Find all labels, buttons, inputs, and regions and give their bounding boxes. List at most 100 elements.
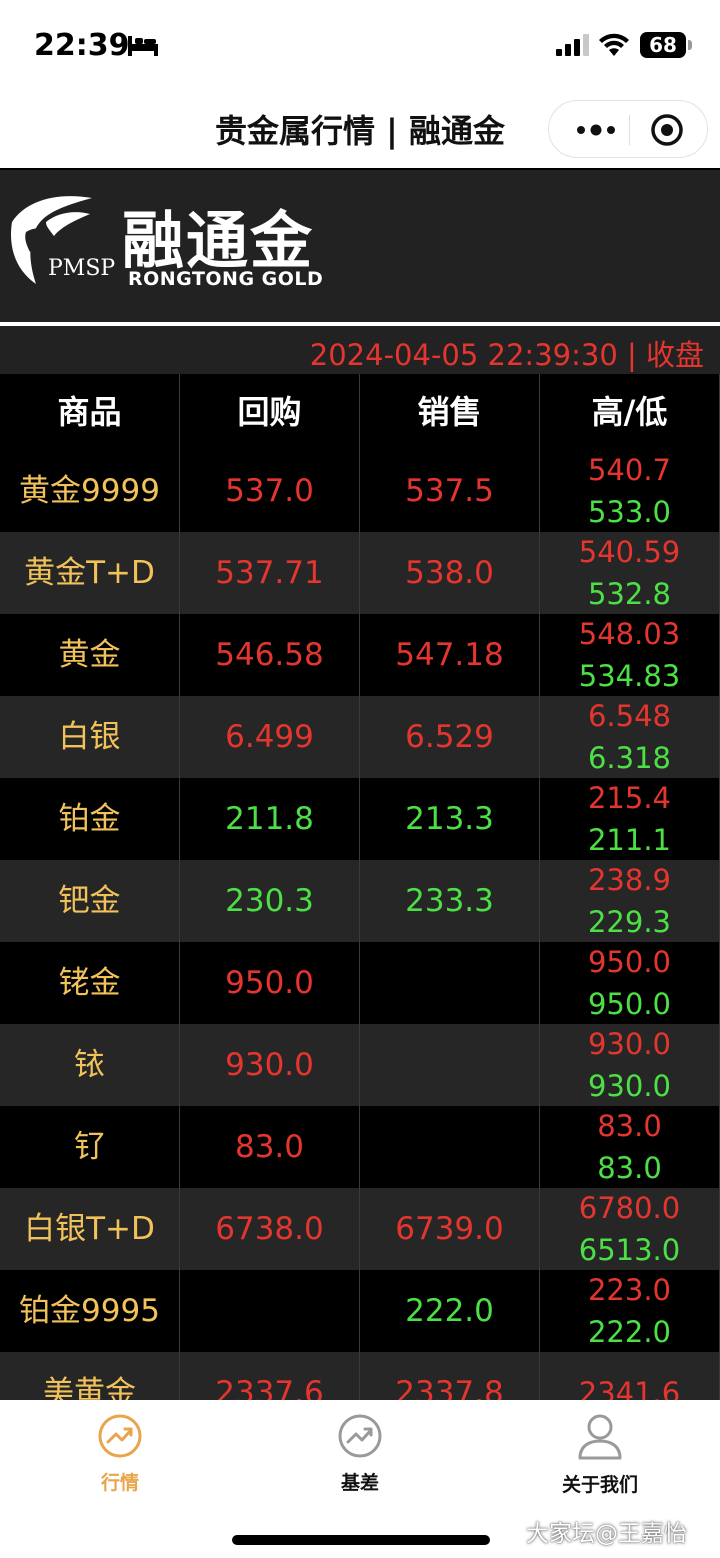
high-low-cell: 215.4 211.1 xyxy=(540,778,720,860)
signal-icon xyxy=(556,34,589,56)
high-low-cell: 540.7 533.0 xyxy=(540,450,720,532)
table-row[interactable]: 黄金 546.58 547.18 548.03 534.83 xyxy=(0,614,720,696)
low-price: 533.0 xyxy=(587,495,672,529)
market-status-bar: 2024-04-05 22:39:30 | 收盘 xyxy=(0,326,720,374)
buyback-price: 537.71 xyxy=(180,532,360,614)
high-low-cell: 6.548 6.318 xyxy=(540,696,720,778)
sell-price xyxy=(360,942,540,1024)
sell-price: 537.5 xyxy=(360,450,540,532)
sleep-mode-icon xyxy=(128,36,158,56)
sell-price xyxy=(360,1106,540,1188)
brand-header: PMSP 融通金 RONGTONG GOLD xyxy=(0,168,720,322)
sell-price xyxy=(360,1024,540,1106)
product-name: 美黄金 xyxy=(0,1352,180,1400)
product-name: 钌 xyxy=(0,1106,180,1188)
buyback-price: 930.0 xyxy=(180,1024,360,1106)
table-row[interactable]: 铂金9995 222.0 223.0 222.0 xyxy=(0,1270,720,1352)
product-name: 铂金9995 xyxy=(0,1270,180,1352)
high-price: 83.0 xyxy=(597,1109,662,1143)
tab-about-us[interactable]: 关于我们 xyxy=(530,1412,670,1497)
table-row[interactable]: 美黄金 2337.6 2337.8 2341.6 xyxy=(0,1352,720,1400)
low-price: 532.8 xyxy=(587,577,672,611)
table-row[interactable]: 钯金 230.3 233.3 238.9 229.3 xyxy=(0,860,720,942)
buyback-price: 6.499 xyxy=(180,696,360,778)
sell-price: 547.18 xyxy=(360,614,540,696)
logo-pmsp-text: PMSP xyxy=(48,256,116,281)
trend-icon xyxy=(338,1414,382,1458)
tab-quotes-label: 行情 xyxy=(100,1472,139,1494)
buyback-price: 546.58 xyxy=(180,614,360,696)
table-row[interactable]: 钌 83.0 83.0 83.0 xyxy=(0,1106,720,1188)
low-price: 930.0 xyxy=(587,1069,672,1103)
more-icon[interactable] xyxy=(571,113,621,147)
low-price: 534.83 xyxy=(578,659,681,693)
table-row[interactable]: 白银T+D 6738.0 6739.0 6780.0 6513.0 xyxy=(0,1188,720,1270)
sell-price: 6739.0 xyxy=(360,1188,540,1270)
tab-basis[interactable]: 基差 xyxy=(290,1412,430,1495)
high-price: 223.0 xyxy=(587,1273,672,1307)
product-name: 黄金T+D xyxy=(0,532,180,614)
low-price: 950.0 xyxy=(587,987,672,1021)
nav-bar: 贵金属行情 | 融通金 xyxy=(0,92,720,168)
market-datetime-status: 2024-04-05 22:39:30 | 收盘 xyxy=(309,338,704,372)
home-indicator[interactable] xyxy=(232,1535,490,1545)
high-price: 6.548 xyxy=(587,699,672,733)
sell-price: 233.3 xyxy=(360,860,540,942)
trend-icon xyxy=(98,1414,142,1458)
logo-english-name: RONGTONG GOLD xyxy=(128,268,324,290)
buyback-price: 211.8 xyxy=(180,778,360,860)
table-row[interactable]: 白银 6.499 6.529 6.548 6.318 xyxy=(0,696,720,778)
table-row[interactable]: 黄金T+D 537.71 538.0 540.59 532.8 xyxy=(0,532,720,614)
wifi-icon xyxy=(599,33,629,56)
high-price: 930.0 xyxy=(587,1027,672,1061)
buyback-price: 950.0 xyxy=(180,942,360,1024)
high-low-cell: 548.03 534.83 xyxy=(540,614,720,696)
tab-about-label: 关于我们 xyxy=(561,1474,638,1496)
high-price: 950.0 xyxy=(587,945,672,979)
table-row[interactable]: 铂金 211.8 213.3 215.4 211.1 xyxy=(0,778,720,860)
low-price: 211.1 xyxy=(587,823,672,857)
high-price: 540.7 xyxy=(587,453,672,487)
tab-basis-label: 基差 xyxy=(340,1472,379,1494)
watermark: 大家坛@王嘉怡 xyxy=(526,1521,687,1547)
high-price: 215.4 xyxy=(587,781,672,815)
high-price: 548.03 xyxy=(578,617,681,651)
product-name: 铑金 xyxy=(0,942,180,1024)
capsule-divider xyxy=(629,115,630,145)
low-price: 6.318 xyxy=(587,741,672,775)
buyback-price: 230.3 xyxy=(180,860,360,942)
buyback-price: 537.0 xyxy=(180,450,360,532)
low-price: 6513.0 xyxy=(578,1233,681,1267)
sell-price: 213.3 xyxy=(360,778,540,860)
header-high-low: 高/低 xyxy=(540,374,720,450)
high-low-cell: 930.0 930.0 xyxy=(540,1024,720,1106)
low-price: 229.3 xyxy=(587,905,672,939)
low-price: 222.0 xyxy=(587,1315,672,1349)
buyback-price: 6738.0 xyxy=(180,1188,360,1270)
high-low-cell: 223.0 222.0 xyxy=(540,1270,720,1352)
header-sell: 销售 xyxy=(360,374,540,450)
battery-indicator: 68 xyxy=(640,32,686,58)
high-low-cell: 83.0 83.0 xyxy=(540,1106,720,1188)
table-row[interactable]: 铱 930.0 930.0 930.0 xyxy=(0,1024,720,1106)
header-buyback: 回购 xyxy=(180,374,360,450)
buyback-price: 2337.6 xyxy=(180,1352,360,1400)
sell-price: 538.0 xyxy=(360,532,540,614)
status-bar: 22:39 68 xyxy=(0,0,720,92)
product-name: 铂金 xyxy=(0,778,180,860)
table-row[interactable]: 黄金9999 537.0 537.5 540.7 533.0 xyxy=(0,450,720,532)
status-time: 22:39 xyxy=(34,28,130,63)
sell-price: 6.529 xyxy=(360,696,540,778)
close-target-icon[interactable] xyxy=(649,112,685,148)
high-low-cell: 238.9 229.3 xyxy=(540,860,720,942)
high-low-cell: 540.59 532.8 xyxy=(540,532,720,614)
sell-price: 222.0 xyxy=(360,1270,540,1352)
product-name: 黄金9999 xyxy=(0,450,180,532)
buyback-price: 83.0 xyxy=(180,1106,360,1188)
high-price: 2341.6 xyxy=(578,1376,681,1400)
tab-quotes[interactable]: 行情 xyxy=(50,1412,190,1495)
product-name: 黄金 xyxy=(0,614,180,696)
table-row[interactable]: 铑金 950.0 950.0 950.0 xyxy=(0,942,720,1024)
high-low-cell: 6780.0 6513.0 xyxy=(540,1188,720,1270)
product-name: 白银T+D xyxy=(0,1188,180,1270)
